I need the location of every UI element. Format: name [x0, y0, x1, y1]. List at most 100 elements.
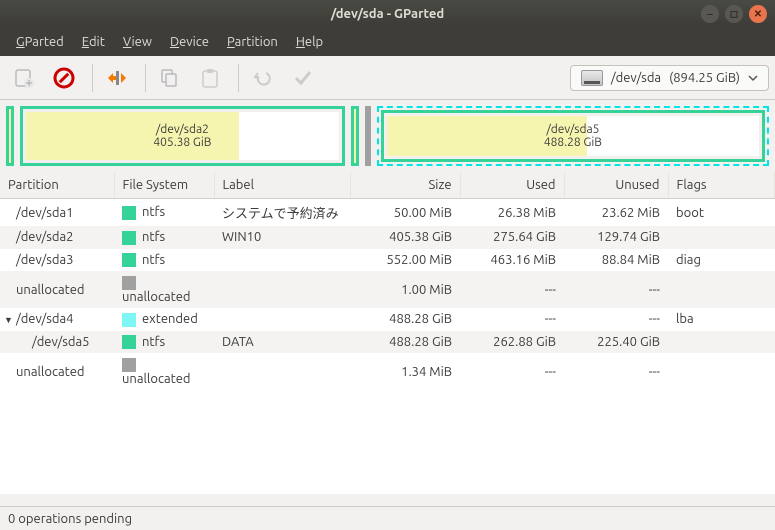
- cell-used: ---: [460, 271, 564, 308]
- col-used[interactable]: Used: [460, 172, 564, 199]
- fs-color-swatch: [122, 206, 136, 220]
- statusbar: 0 operations pending: [0, 506, 775, 530]
- cell-unused: 129.74 GiB: [564, 226, 668, 249]
- apply-button[interactable]: [285, 60, 321, 96]
- minimize-button[interactable]: ‒: [701, 5, 719, 23]
- fs-color-swatch: [122, 276, 136, 290]
- separator: [145, 64, 146, 92]
- partition-box-sda2[interactable]: /dev/sda2 405.38 GiB: [20, 106, 345, 166]
- cell-label: [214, 353, 350, 390]
- cell-size: 50.00 MiB: [350, 199, 460, 227]
- table-row[interactable]: unallocatedunallocated1.00 MiB------: [0, 271, 775, 308]
- cell-label: [214, 271, 350, 308]
- extended-container[interactable]: /dev/sda5 488.28 GiB: [377, 106, 769, 166]
- disk-map: /dev/sda2 405.38 GiB /dev/sda5 488.28 Gi…: [0, 100, 775, 172]
- menubar: GParted Edit View Device Partition Help: [0, 28, 775, 56]
- table-row[interactable]: /dev/sda3ntfs552.00 MiB463.16 MiB88.84 M…: [0, 249, 775, 272]
- cell-size: 1.00 MiB: [350, 271, 460, 308]
- resize-button[interactable]: [99, 60, 135, 96]
- col-filesystem[interactable]: File System: [114, 172, 214, 199]
- new-icon: [13, 67, 35, 89]
- small-partition-box[interactable]: [365, 106, 371, 166]
- delete-icon: [53, 67, 75, 89]
- cell-flags: [668, 331, 775, 354]
- tree-toggle-icon[interactable]: ▼: [4, 315, 14, 325]
- menu-gparted[interactable]: GParted: [8, 31, 72, 53]
- fs-color-swatch: [122, 313, 136, 327]
- col-flags[interactable]: Flags: [668, 172, 775, 199]
- delete-button[interactable]: [46, 60, 82, 96]
- copy-button[interactable]: [152, 60, 188, 96]
- cell-flags: [668, 271, 775, 308]
- col-label[interactable]: Label: [214, 172, 350, 199]
- cell-filesystem: ntfs: [114, 199, 214, 227]
- device-name: /dev/sda: [611, 71, 661, 85]
- cell-unused: ---: [564, 308, 668, 331]
- maximize-button[interactable]: ◻: [725, 5, 743, 23]
- window-controls: ‒ ◻ ✕: [701, 5, 767, 23]
- cell-used: ---: [460, 308, 564, 331]
- small-partition-box[interactable]: [6, 106, 14, 166]
- cell-partition: unallocated: [0, 353, 114, 390]
- cell-label: システムで予約済み: [214, 199, 350, 227]
- small-partition-box[interactable]: [351, 106, 359, 166]
- device-selector[interactable]: /dev/sda (894.25 GiB): [570, 65, 769, 91]
- cell-partition: unallocated: [0, 271, 114, 308]
- cell-size: 488.28 GiB: [350, 331, 460, 354]
- fs-color-swatch: [122, 358, 136, 372]
- menu-help[interactable]: Help: [288, 31, 331, 53]
- cell-size: 488.28 GiB: [350, 308, 460, 331]
- separator: [238, 64, 239, 92]
- cell-filesystem: extended: [114, 308, 214, 331]
- table-header-row: Partition File System Label Size Used Un…: [0, 172, 775, 199]
- cell-unused: ---: [564, 271, 668, 308]
- table-row[interactable]: /dev/sda5ntfsDATA488.28 GiB262.88 GiB225…: [0, 331, 775, 354]
- table-row[interactable]: /dev/sda2ntfsWIN10405.38 GiB275.64 GiB12…: [0, 226, 775, 249]
- partition-box-sda5[interactable]: /dev/sda5 488.28 GiB: [381, 110, 765, 162]
- menu-view[interactable]: View: [115, 31, 160, 53]
- col-size[interactable]: Size: [350, 172, 460, 199]
- partition-box-title: /dev/sda2: [153, 123, 211, 136]
- col-partition[interactable]: Partition: [0, 172, 114, 199]
- cell-label: DATA: [214, 331, 350, 354]
- cell-partition: ▼/dev/sda4: [0, 308, 114, 331]
- col-unused[interactable]: Unused: [564, 172, 668, 199]
- cell-size: 552.00 MiB: [350, 249, 460, 272]
- paste-button[interactable]: [192, 60, 228, 96]
- menu-device[interactable]: Device: [162, 31, 217, 53]
- cell-partition: /dev/sda1: [0, 199, 114, 227]
- disk-icon: [581, 70, 603, 86]
- cell-flags: boot: [668, 199, 775, 227]
- close-button[interactable]: ✕: [749, 5, 767, 23]
- cell-unused: 88.84 MiB: [564, 249, 668, 272]
- table-row[interactable]: /dev/sda1ntfsシステムで予約済み50.00 MiB26.38 MiB…: [0, 199, 775, 227]
- resize-icon: [105, 67, 129, 89]
- undo-icon: [252, 67, 274, 89]
- cell-used: 463.16 MiB: [460, 249, 564, 272]
- toolbar: /dev/sda (894.25 GiB): [0, 56, 775, 100]
- cell-partition: /dev/sda2: [0, 226, 114, 249]
- cell-size: 1.34 MiB: [350, 353, 460, 390]
- cell-filesystem: ntfs: [114, 226, 214, 249]
- status-text: 0 operations pending: [8, 512, 132, 526]
- undo-button[interactable]: [245, 60, 281, 96]
- menu-edit[interactable]: Edit: [74, 31, 113, 53]
- new-button[interactable]: [6, 60, 42, 96]
- chevron-down-icon: [748, 73, 758, 83]
- partition-box-size: 405.38 GiB: [153, 136, 211, 149]
- cell-used: 262.88 GiB: [460, 331, 564, 354]
- table-row[interactable]: unallocatedunallocated1.34 MiB------: [0, 353, 775, 390]
- menu-partition[interactable]: Partition: [219, 31, 286, 53]
- apply-icon: [292, 67, 314, 89]
- cell-label: WIN10: [214, 226, 350, 249]
- cell-label: [214, 249, 350, 272]
- table-row[interactable]: ▼/dev/sda4extended488.28 GiB------lba: [0, 308, 775, 331]
- separator: [92, 64, 93, 92]
- cell-used: ---: [460, 353, 564, 390]
- partition-box-size: 488.28 GiB: [544, 136, 602, 149]
- cell-label: [214, 308, 350, 331]
- cell-filesystem: unallocated: [114, 353, 214, 390]
- cell-flags: [668, 353, 775, 390]
- cell-partition: /dev/sda5: [0, 331, 114, 354]
- partition-box-title: /dev/sda5: [544, 123, 602, 136]
